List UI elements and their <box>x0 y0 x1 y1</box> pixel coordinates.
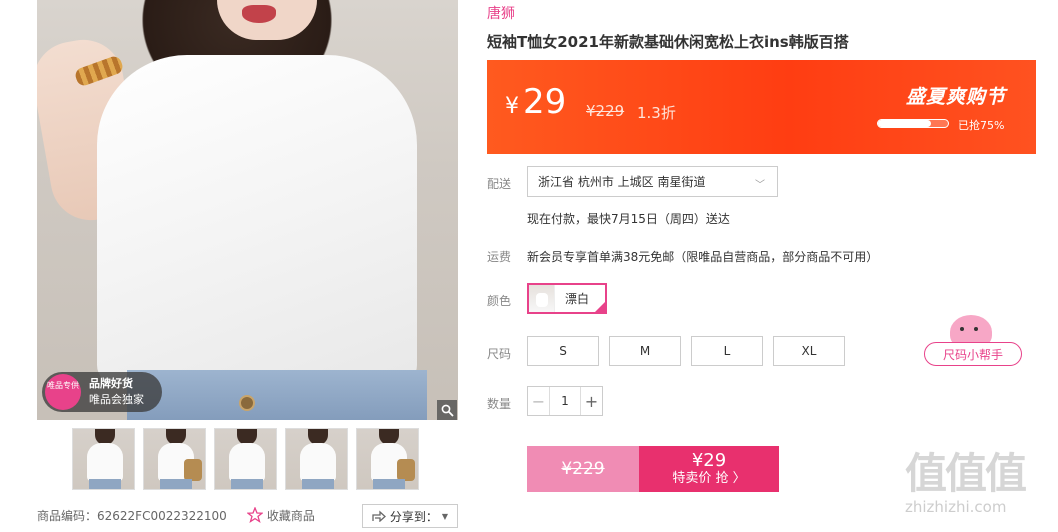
size-option-l[interactable]: L <box>691 336 763 366</box>
size-option-s[interactable]: S <box>527 336 599 366</box>
site-watermark: 值值值 zhizhizhi.com <box>905 450 1055 528</box>
brand-link[interactable]: 唐狮 <box>487 3 515 23</box>
address-value: 浙江省 杭州市 上城区 南星街道 <box>538 175 706 189</box>
quantity-increase-button[interactable]: + <box>580 387 602 415</box>
delivery-label: 配送 <box>487 177 512 191</box>
shipping-info: 新会员专享首单满38元免邮（限唯品自营商品，部分商品不可用） <box>527 250 879 264</box>
quantity-decrease-button[interactable]: − <box>528 387 550 415</box>
quantity-stepper: − 1 + <box>527 386 603 416</box>
share-icon <box>372 510 386 522</box>
buy-button[interactable]: ¥229 ¥29 特卖价 抢 〉 <box>527 446 779 492</box>
product-title: 短袖T恤女2021年新款基础休闲宽松上衣ins韩版百搭 <box>487 33 849 51</box>
discount-rate: 1.3折 <box>637 104 676 122</box>
thumbnail[interactable] <box>143 428 206 490</box>
sold-progress-fill <box>878 120 931 127</box>
quantity-value[interactable]: 1 <box>550 387 580 415</box>
photo-shirt <box>97 55 417 385</box>
shipping-label: 运费 <box>487 250 512 264</box>
delivery-eta: 现在付款，最快7月15日（周四）送达 <box>527 212 730 226</box>
address-select[interactable]: 浙江省 杭州市 上城区 南星街道 ﹀ <box>527 166 778 197</box>
share-button[interactable]: 分享到： ▼ <box>362 504 458 528</box>
size-options: S M L XL <box>527 336 845 366</box>
photo-jeans <box>127 370 427 420</box>
sold-progress-bar <box>877 119 949 128</box>
chevron-down-icon: ▼ <box>441 511 449 521</box>
thumbnail[interactable] <box>285 428 348 490</box>
current-price: 29 <box>523 82 567 122</box>
price-banner: ¥ 29 ¥229 1.3折 盛夏爽购节 已抢75% <box>487 60 1036 154</box>
main-product-image[interactable] <box>37 0 458 420</box>
buy-sale-price: ¥29 <box>691 450 727 471</box>
color-swatch <box>529 285 555 312</box>
photo-jeans-button <box>239 395 255 411</box>
color-option-white[interactable]: 漂白 <box>527 283 607 314</box>
chevron-down-icon: ﹀ <box>755 180 765 191</box>
size-helper[interactable]: 尺码小帮手 <box>924 315 1022 367</box>
badge-line-2: 唯品会独家 <box>89 393 144 406</box>
size-option-xl[interactable]: XL <box>773 336 845 366</box>
size-option-m[interactable]: M <box>609 336 681 366</box>
currency-symbol: ¥ <box>505 94 519 119</box>
quantity-label: 数量 <box>487 397 512 411</box>
badge-line-1: 品牌好货 <box>89 377 133 390</box>
photo-lips <box>242 5 276 23</box>
vip-exclusive-icon: 唯品专供 <box>45 374 81 410</box>
thumbnail-strip <box>72 428 419 490</box>
favorite-label: 收藏商品 <box>266 508 315 523</box>
thumbnail[interactable] <box>356 428 419 490</box>
buy-sale-part[interactable]: ¥29 特卖价 抢 〉 <box>639 446 779 492</box>
color-label: 颜色 <box>487 294 512 308</box>
brand-badge: 唯品专供 品牌好货 唯品会独家 <box>42 372 162 412</box>
original-price: ¥229 <box>586 102 625 120</box>
selected-check-icon <box>593 300 607 314</box>
thumbnail[interactable] <box>72 428 135 490</box>
size-label: 尺码 <box>487 347 512 361</box>
zoom-icon[interactable] <box>437 400 457 420</box>
star-icon <box>246 507 263 523</box>
color-name: 漂白 <box>565 292 590 306</box>
product-code: 商品编码：62622FC0022322100 <box>37 508 227 523</box>
size-helper-button[interactable]: 尺码小帮手 <box>924 342 1022 366</box>
watermark-url: zhizhizhi.com <box>905 498 1007 516</box>
sold-percent: 已抢75% <box>958 119 1005 132</box>
watermark-logo: 值值值 <box>905 449 1027 498</box>
favorite-button[interactable]: 收藏商品 <box>246 507 315 524</box>
buy-sale-label: 特卖价 抢 〉 <box>672 471 746 486</box>
buy-original-price[interactable]: ¥229 <box>527 446 639 492</box>
product-meta-row: 商品编码：62622FC0022322100 收藏商品 分享到： ▼ <box>37 504 458 528</box>
festival-title: 盛夏爽购节 <box>905 86 1006 108</box>
share-label: 分享到： <box>389 509 438 524</box>
thumbnail[interactable] <box>214 428 277 490</box>
